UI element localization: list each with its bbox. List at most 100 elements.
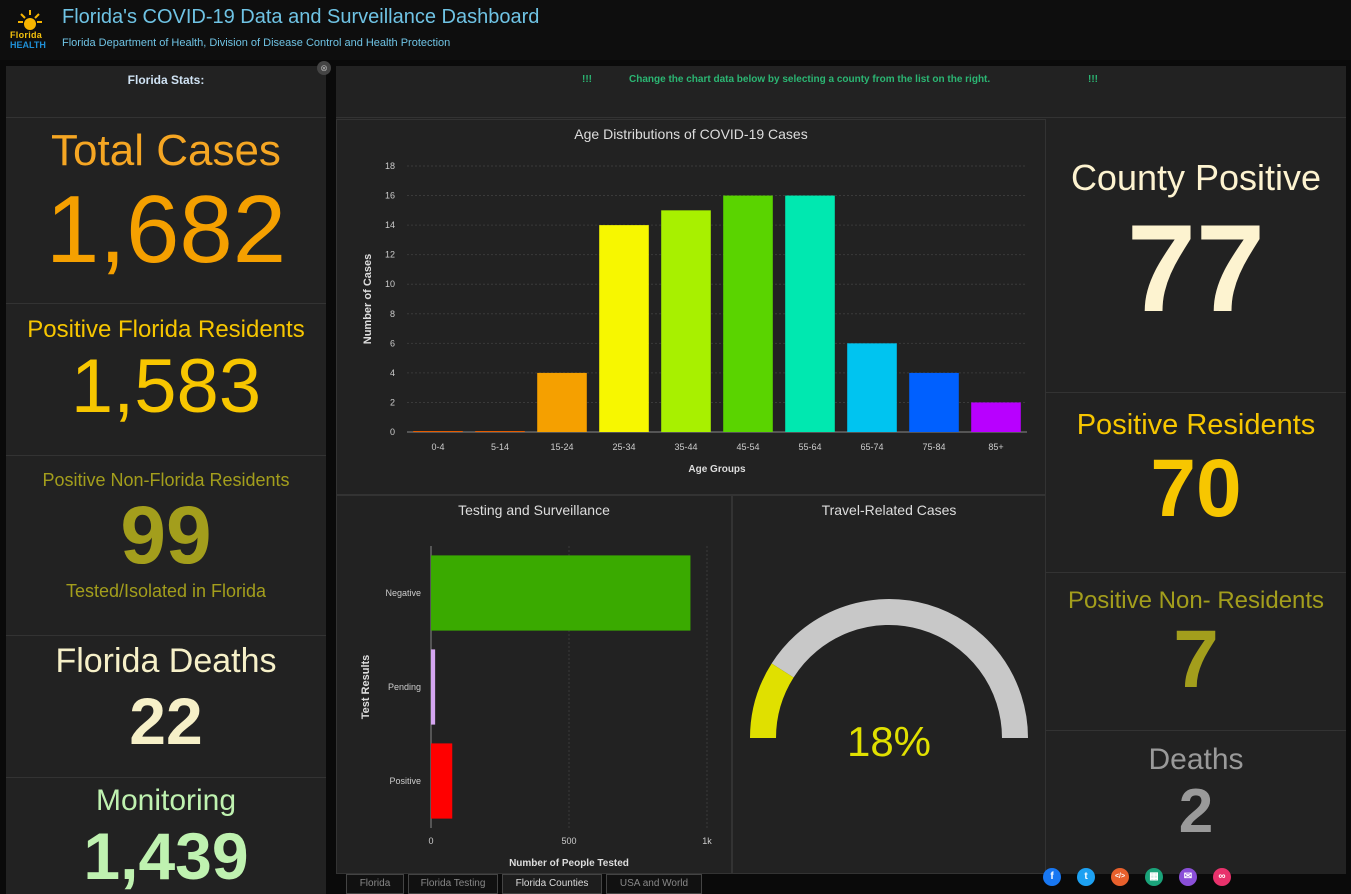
county-positive-residents-value: 70 xyxy=(1150,443,1242,534)
testing-x-axis-label: Number of People Tested xyxy=(509,858,629,869)
age-bar xyxy=(909,372,959,432)
county-positive-value: 77 xyxy=(1127,200,1265,338)
testing-bar xyxy=(431,555,691,631)
testing-x-tick-label: 1k xyxy=(702,836,712,846)
age-x-tick-label: 65-74 xyxy=(860,442,883,452)
qr-code-icon[interactable]: ▦ xyxy=(1145,868,1163,886)
total-cases-label: Total Cases xyxy=(51,126,281,175)
age-x-axis-label: Age Groups xyxy=(688,464,746,475)
monitoring-indicator[interactable]: Monitoring 1,439 xyxy=(6,778,326,894)
county-nonresidents-indicator[interactable]: Positive Non- Residents 7 xyxy=(1046,573,1346,731)
positive-nonresidents-indicator[interactable]: Positive Non-Florida Residents 99 Tested… xyxy=(6,456,326,636)
age-bar xyxy=(475,431,525,432)
age-y-tick-label: 4 xyxy=(390,368,395,378)
facebook-icon[interactable]: f xyxy=(1043,868,1061,886)
age-y-tick-label: 8 xyxy=(390,309,395,319)
total-cases-value: 1,682 xyxy=(45,176,287,283)
total-cases-indicator[interactable]: Total Cases 1,682 xyxy=(6,118,326,304)
age-y-axis-label: Number of Cases xyxy=(362,254,374,344)
positive-residents-label: Positive Florida Residents xyxy=(27,316,305,343)
positive-residents-indicator[interactable]: Positive Florida Residents 1,583 xyxy=(6,304,326,456)
age-x-tick-label: 55-64 xyxy=(798,442,821,452)
county-positive-label: County Positive xyxy=(1070,157,1322,198)
county-deaths-indicator[interactable]: Deaths 2 xyxy=(1046,731,1346,874)
age-y-tick-label: 0 xyxy=(390,427,395,437)
testing-y-tick-label: Negative xyxy=(385,588,421,598)
tab-florida-counties[interactable]: Florida Counties xyxy=(502,874,602,894)
testing-bar xyxy=(431,649,436,725)
travel-percent: 18% xyxy=(846,718,932,765)
positive-nonresidents-label: Positive Non-Florida Residents xyxy=(42,470,290,490)
tab-usa-and-world[interactable]: USA and World xyxy=(606,874,702,894)
link-icon[interactable]: ∞ xyxy=(1213,868,1231,886)
florida-deaths-label: Florida Deaths xyxy=(55,642,277,680)
positive-residents-value: 1,583 xyxy=(70,344,262,429)
age-x-tick-label: 5-14 xyxy=(491,442,509,452)
notice-bang-left: !!! xyxy=(582,74,592,85)
testing-x-tick-label: 500 xyxy=(561,836,576,846)
florida-deaths-value: 22 xyxy=(129,684,203,758)
page-title: Florida's COVID-19 Data and Surveillance… xyxy=(62,6,540,28)
sun-icon xyxy=(18,10,42,30)
age-x-tick-label: 25-34 xyxy=(612,442,635,452)
florida-health-logo: Florida HEALTH xyxy=(10,8,50,52)
age-bar xyxy=(537,372,587,432)
florida-deaths-indicator[interactable]: Florida Deaths 22 xyxy=(6,636,326,778)
notice-bang-right: !!! xyxy=(1088,74,1098,85)
age-x-tick-label: 0-4 xyxy=(431,442,444,452)
testing-chart[interactable]: 0 500 1k Negative Pending Positive Number of P… xyxy=(337,496,731,873)
county-nonresidents-value: 7 xyxy=(1173,614,1219,705)
county-positive-residents-indicator[interactable]: Positive Residents 70 xyxy=(1046,393,1346,573)
tab-florida-testing[interactable]: Florida Testing xyxy=(408,874,498,894)
age-bar xyxy=(785,195,835,432)
age-distribution-panel: Age Distributions of COVID-19 Cases 0246… xyxy=(336,119,1046,495)
logo-text-top: Florida xyxy=(10,30,43,40)
logo-text-bottom: HEALTH xyxy=(10,40,46,50)
email-icon[interactable]: ✉ xyxy=(1179,868,1197,886)
florida-stats-panel: Florida Stats: Total Cases 1,682 Positiv… xyxy=(6,66,326,894)
main-dashboard-area: !!! Change the chart data below by selec… xyxy=(336,66,1346,874)
twitter-icon[interactable]: t xyxy=(1077,868,1095,886)
testing-y-axis-label: Test Results xyxy=(360,655,372,720)
age-x-tick-label: 75-84 xyxy=(922,442,945,452)
age-x-tick-label: 85+ xyxy=(988,442,1003,452)
county-positive-indicator[interactable]: County Positive 77 xyxy=(1046,119,1346,393)
county-stats-panel: County Positive 77 Positive Residents 70… xyxy=(1046,119,1346,874)
age-y-tick-label: 16 xyxy=(385,191,395,201)
testing-bar xyxy=(431,743,453,819)
age-y-tick-label: 14 xyxy=(385,220,395,230)
age-y-tick-label: 6 xyxy=(390,338,395,348)
age-y-tick-label: 12 xyxy=(385,250,395,260)
county-deaths-value: 2 xyxy=(1178,777,1214,846)
testing-y-tick-label: Pending xyxy=(388,682,421,692)
testing-panel: Testing and Surveillance 0 500 1k Negative P… xyxy=(336,495,732,874)
monitoring-value: 1,439 xyxy=(83,819,249,893)
travel-panel: Travel-Related Cases 18% xyxy=(732,495,1046,874)
monitoring-label: Monitoring xyxy=(95,784,237,817)
age-x-tick-label: 35-44 xyxy=(674,442,697,452)
age-bar xyxy=(847,343,897,432)
county-positive-residents-label: Positive Residents xyxy=(1076,409,1316,441)
age-x-tick-label: 45-54 xyxy=(736,442,759,452)
age-y-tick-label: 18 xyxy=(385,161,395,171)
embed-code-icon[interactable]: </> xyxy=(1111,868,1129,886)
age-y-tick-label: 10 xyxy=(385,279,395,289)
age-y-tick-label: 2 xyxy=(390,397,395,407)
page-subtitle: Florida Department of Health, Division o… xyxy=(62,37,451,49)
testing-x-tick-label: 0 xyxy=(428,836,433,846)
age-bar xyxy=(413,431,463,432)
county-deaths-label: Deaths xyxy=(1148,743,1244,776)
collapse-panel-icon[interactable]: ⊗ xyxy=(317,61,331,75)
header-bar: Florida HEALTH Florida's COVID-19 Data a… xyxy=(0,0,1351,60)
testing-y-tick-label: Positive xyxy=(389,776,421,786)
age-bar xyxy=(971,402,1021,432)
county-nonresidents-label: Positive Non- Residents xyxy=(1067,587,1325,614)
notice-message: Change the chart data below by selecting… xyxy=(629,74,991,85)
age-bar xyxy=(661,210,711,432)
tested-isolated-label: Tested/Isolated in Florida xyxy=(65,581,267,601)
tab-florida[interactable]: Florida xyxy=(346,874,404,894)
travel-gauge[interactable] xyxy=(733,496,1045,873)
positive-nonresidents-value: 99 xyxy=(120,490,212,581)
age-distribution-chart[interactable]: 0 2 4 6 8 10 12 14 16 18 0-4 5-14 15-24 25-34 35-44 45-… xyxy=(337,120,1045,494)
age-bar xyxy=(599,225,649,432)
